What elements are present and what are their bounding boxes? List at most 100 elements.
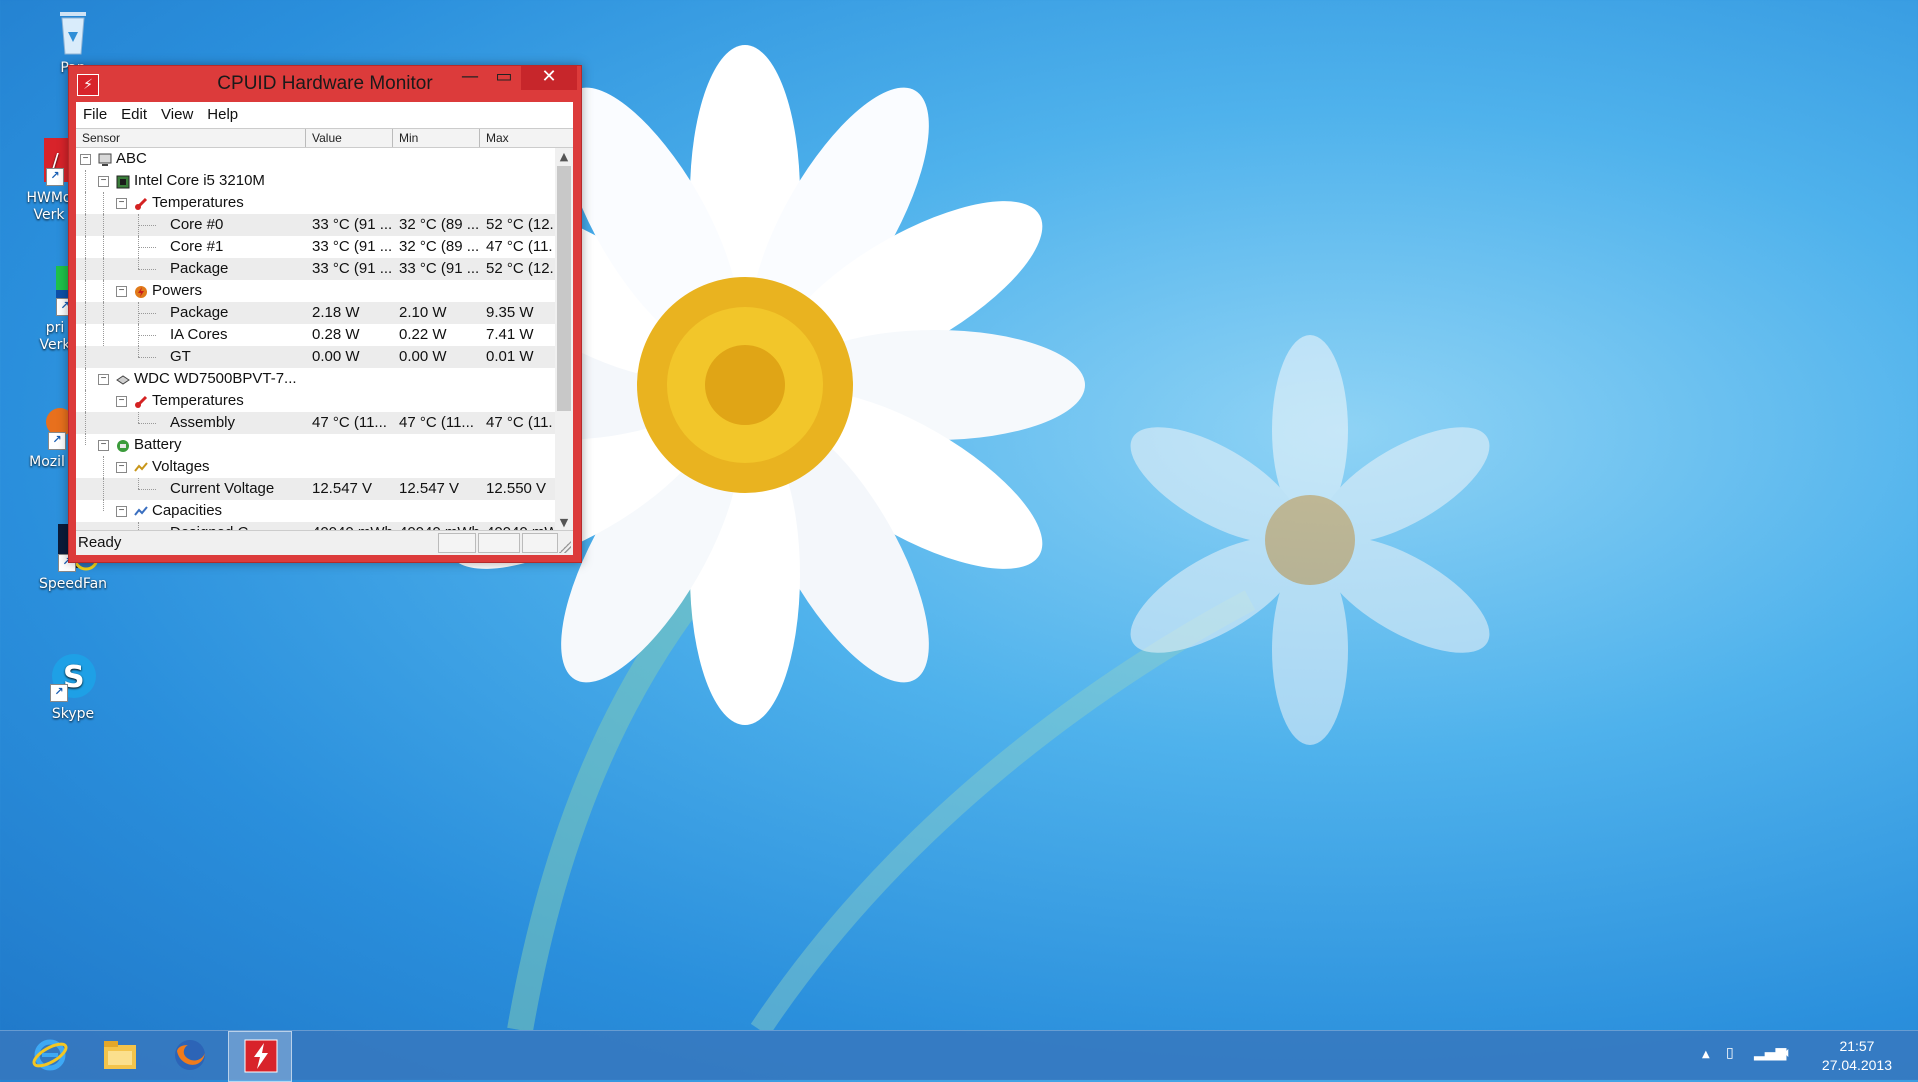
- battery-icon: [116, 438, 130, 452]
- column-sensor[interactable]: Sensor: [82, 131, 120, 145]
- scroll-up-icon[interactable]: ▲: [555, 148, 573, 165]
- column-value[interactable]: Value: [312, 131, 342, 145]
- sensor-label: Core #0: [170, 216, 224, 233]
- sensor-max: 0.01 W: [486, 348, 534, 365]
- column-separator[interactable]: [392, 129, 393, 147]
- taskbar: ▲ ▯ ▂▄▆ 🔈︎ 21:57 27.04.2013: [0, 1030, 1918, 1082]
- taskbar-cpuid-hwmonitor[interactable]: [228, 1031, 292, 1082]
- sensor-label: IA Cores: [170, 326, 228, 343]
- tree-label: Temperatures: [152, 194, 244, 211]
- collapse-toggle[interactable]: −: [98, 176, 109, 187]
- tree-row-group[interactable]: − Temperatures: [76, 192, 555, 214]
- network-signal-icon[interactable]: ▂▄▆: [1754, 1045, 1786, 1061]
- vertical-scrollbar[interactable]: ▲ ▼: [555, 148, 573, 531]
- mozilla-shortcut-icon: ↗: [22, 400, 74, 450]
- collapse-toggle[interactable]: −: [116, 198, 127, 209]
- menu-file[interactable]: File: [76, 102, 114, 123]
- recycle-bin-icon: [48, 6, 98, 56]
- sensor-row[interactable]: Package 2.18 W 2.10 W 9.35 W: [76, 302, 555, 324]
- scrollbar-thumb[interactable]: [557, 166, 571, 411]
- collapse-toggle[interactable]: −: [116, 506, 127, 517]
- sensor-min: 0.22 W: [399, 326, 447, 343]
- collapse-toggle[interactable]: −: [116, 462, 127, 473]
- tree-row-battery[interactable]: − Battery: [76, 434, 555, 456]
- tree-row-group[interactable]: − Powers: [76, 280, 555, 302]
- scroll-down-icon[interactable]: ▼: [555, 514, 573, 531]
- sensor-row[interactable]: Core #1 33 °C (91 ... 32 °C (89 ... 47 °…: [76, 236, 555, 258]
- sensor-row[interactable]: IA Cores 0.28 W 0.22 W 7.41 W: [76, 324, 555, 346]
- collapse-toggle[interactable]: −: [116, 396, 127, 407]
- taskbar-file-explorer[interactable]: [88, 1031, 150, 1080]
- cpu-chip-icon: [116, 174, 130, 189]
- collapse-toggle[interactable]: −: [80, 154, 91, 165]
- menu-view[interactable]: View: [154, 102, 200, 123]
- taskbar-internet-explorer[interactable]: [18, 1031, 80, 1080]
- sensor-row[interactable]: Current Voltage 12.547 V 12.547 V 12.550…: [76, 478, 555, 500]
- show-hidden-icons-icon[interactable]: ▲: [1702, 1049, 1710, 1060]
- status-pane: [438, 533, 476, 553]
- tree-label: Powers: [152, 282, 203, 299]
- voltage-icon: [134, 460, 148, 474]
- tree-label: ABC: [116, 150, 147, 167]
- maximize-button[interactable]: ▭: [487, 66, 521, 90]
- tree-row-group[interactable]: − Temperatures: [76, 390, 555, 412]
- sensor-max: 47 °C (11.: [486, 238, 553, 255]
- menu-edit[interactable]: Edit: [114, 102, 154, 123]
- firefox-icon: [172, 1037, 208, 1073]
- minimize-button[interactable]: —: [453, 66, 487, 90]
- tree-row-drive[interactable]: − WDC WD7500BPVT-7...: [76, 368, 555, 390]
- hard-drive-icon: [116, 372, 130, 386]
- sensor-min: 32 °C (89 ...: [399, 216, 480, 233]
- column-separator[interactable]: [479, 129, 480, 147]
- sensor-max: 52 °C (12.: [486, 216, 554, 233]
- status-pane: [478, 533, 520, 553]
- sensor-label: Assembly: [170, 414, 236, 431]
- sensor-row[interactable]: Core #0 33 °C (91 ... 32 °C (89 ... 52 °…: [76, 214, 555, 236]
- shortcut-arrow-icon: ↗: [50, 684, 68, 702]
- system-tray: ▲ ▯ ▂▄▆ 🔈︎ 21:57 27.04.2013: [1688, 1031, 1918, 1080]
- computer-icon: [98, 152, 112, 166]
- menu-help[interactable]: Help: [200, 102, 245, 123]
- power-icon: [134, 284, 148, 298]
- sensor-row[interactable]: Assembly 47 °C (11... 47 °C (11... 47 °C…: [76, 412, 555, 434]
- taskbar-firefox[interactable]: [158, 1031, 220, 1080]
- collapse-toggle[interactable]: −: [116, 286, 127, 297]
- sensor-max: 47 °C (11.: [486, 414, 553, 431]
- collapse-toggle[interactable]: −: [98, 440, 109, 451]
- sensor-label: Current Voltage: [170, 480, 275, 497]
- capacity-icon: [134, 504, 148, 518]
- column-separator[interactable]: [305, 129, 306, 147]
- tree-row-group[interactable]: − Capacities: [76, 500, 555, 522]
- sensor-label: GT: [170, 348, 191, 365]
- sensor-min: 47 °C (11...: [399, 414, 474, 431]
- thermometer-icon: [134, 196, 148, 210]
- taskbar-clock[interactable]: 21:57 27.04.2013: [1822, 1037, 1892, 1075]
- desktop-icon-skype[interactable]: S ↗ Skype: [28, 652, 118, 723]
- clock-date: 27.04.2013: [1821, 1057, 1892, 1073]
- sensor-value: 33 °C (91 ...: [312, 260, 393, 277]
- sensor-tree: − ABC − Intel Core i5 3210M − Temperatur…: [76, 148, 555, 531]
- window-client: File Edit View Help Sensor Value Min Max − …: [76, 102, 573, 555]
- column-max[interactable]: Max: [486, 131, 509, 145]
- sensor-value: 12.547 V: [312, 480, 373, 497]
- tree-label: Voltages: [152, 458, 210, 475]
- title-bar[interactable]: ⚡ CPUID Hardware Monitor — ▭ ✕: [69, 66, 581, 102]
- resize-grip-icon[interactable]: [559, 541, 571, 553]
- volume-icon[interactable]: 🔈︎: [1784, 1045, 1792, 1061]
- collapse-toggle[interactable]: −: [98, 374, 109, 385]
- sensor-row[interactable]: GT 0.00 W 0.00 W 0.01 W: [76, 346, 555, 368]
- close-button[interactable]: ✕: [521, 66, 577, 90]
- tree-row-group[interactable]: − Voltages: [76, 456, 555, 478]
- internet-explorer-icon: [32, 1037, 68, 1073]
- status-bar: Ready: [76, 530, 573, 555]
- tree-row-computer[interactable]: − ABC: [76, 148, 555, 170]
- tree-label: WDC WD7500BPVT-7...: [134, 370, 297, 387]
- power-tray-icon[interactable]: ▯: [1726, 1045, 1734, 1061]
- column-min[interactable]: Min: [399, 131, 418, 145]
- tree-row-cpu[interactable]: − Intel Core i5 3210M: [76, 170, 555, 192]
- sensor-value: 33 °C (91 ...: [312, 238, 393, 255]
- sensor-value: 0.28 W: [312, 326, 360, 343]
- sensor-max: 9.35 W: [486, 304, 534, 321]
- sensor-label: Package: [170, 260, 229, 277]
- sensor-row[interactable]: Package 33 °C (91 ... 33 °C (91 ... 52 °…: [76, 258, 555, 280]
